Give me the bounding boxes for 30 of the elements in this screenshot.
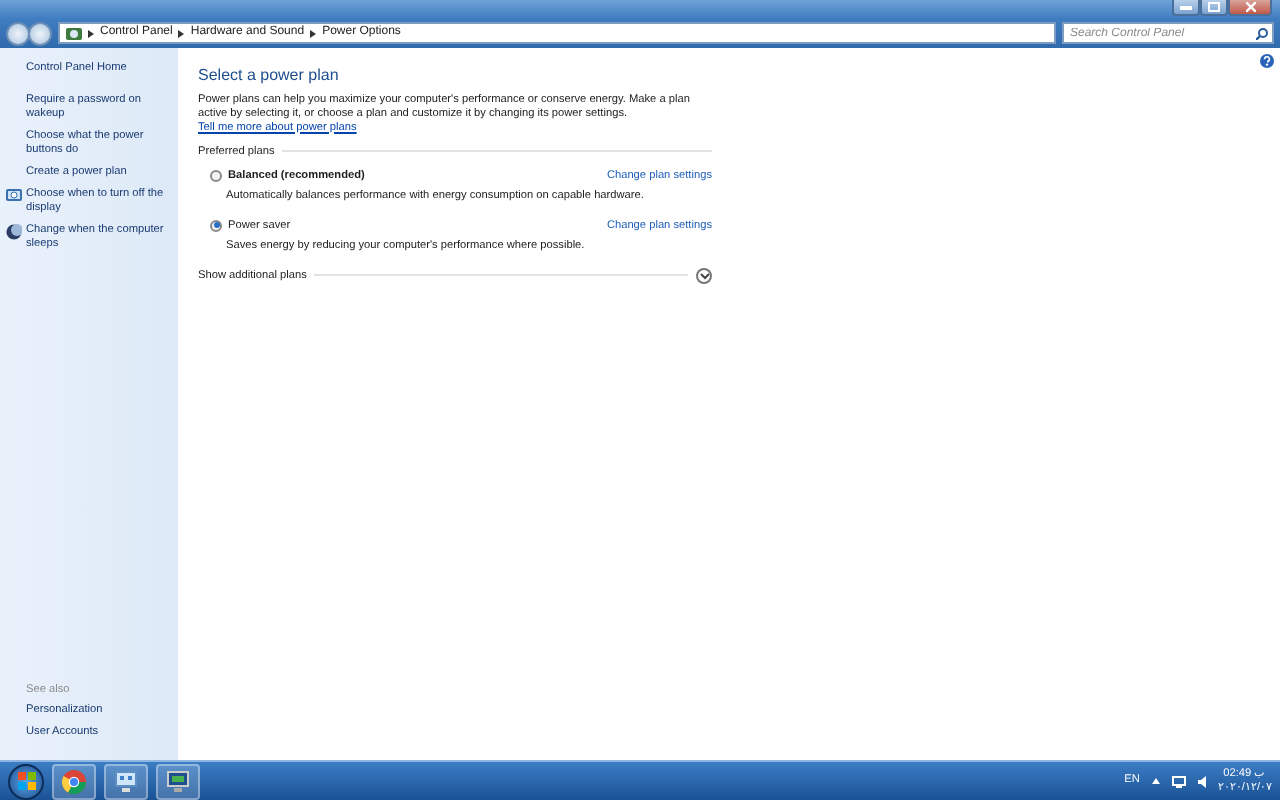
- windows-logo-icon: [17, 772, 35, 790]
- up-arrow-icon[interactable]: [1151, 778, 1160, 784]
- control-panel-icon: [66, 25, 82, 41]
- network-icon: [114, 769, 138, 793]
- search-icon: [1256, 27, 1268, 39]
- browser-icon: [62, 769, 86, 793]
- taskbar-button[interactable]: [156, 763, 200, 799]
- taskbar-button[interactable]: [104, 763, 148, 799]
- page-title: Select a power plan: [198, 66, 341, 86]
- breadcrumb-separator-icon: [88, 29, 94, 37]
- breadcrumb-separator-icon: [178, 29, 185, 37]
- network-icon[interactable]: [1171, 775, 1186, 787]
- back-button[interactable]: [6, 21, 30, 45]
- radio-button[interactable]: [210, 170, 222, 183]
- close-button[interactable]: [1228, 0, 1272, 16]
- maximize-icon: [1208, 2, 1220, 12]
- forward-button[interactable]: [28, 21, 52, 45]
- radio-button[interactable]: [210, 219, 222, 232]
- minimize-icon: [1180, 4, 1192, 10]
- close-icon: [1245, 2, 1255, 12]
- start-button[interactable]: [8, 763, 44, 799]
- speaker-icon[interactable]: [1197, 775, 1206, 787]
- moon-icon: [6, 224, 22, 240]
- monitor-icon: [6, 188, 22, 204]
- monitor-icon: [166, 769, 190, 793]
- help-icon[interactable]: [1260, 54, 1274, 68]
- expand-button[interactable]: [696, 267, 712, 284]
- minimize-button[interactable]: [1172, 0, 1200, 16]
- breadcrumb-separator-icon: [310, 29, 317, 37]
- maximize-button[interactable]: [1200, 0, 1228, 16]
